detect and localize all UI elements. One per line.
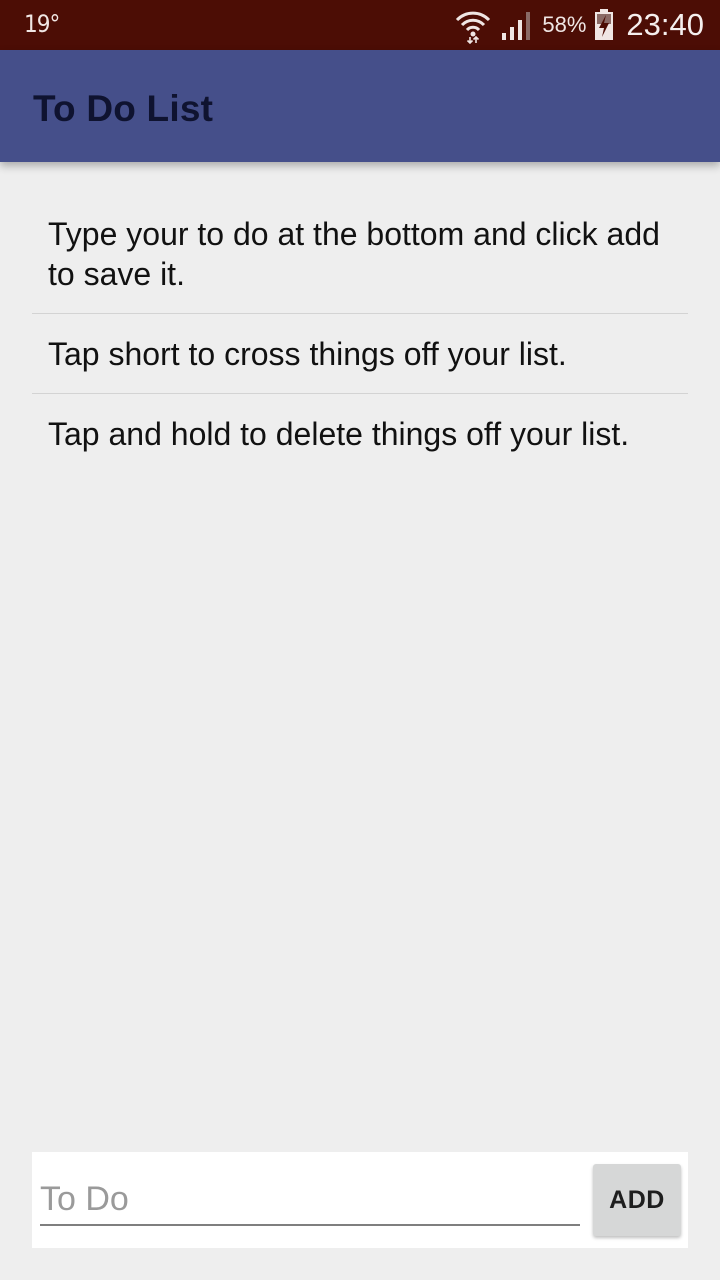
status-time: 23:40 <box>626 7 704 42</box>
status-bar: 19° 58% 23:40 <box>0 0 720 50</box>
battery-percent: 58% <box>542 12 587 37</box>
list-item[interactable]: Tap and hold to delete things off your l… <box>32 394 688 473</box>
app-title: To Do List <box>33 88 214 129</box>
input-bar: ADD <box>32 1152 688 1248</box>
list-item[interactable]: Type your to do at the bottom and click … <box>32 194 688 314</box>
app-bar: To Do List <box>0 50 720 162</box>
list-item[interactable]: Tap short to cross things off your list. <box>32 314 688 394</box>
signal-icon <box>500 9 534 41</box>
add-button[interactable]: ADD <box>593 1164 681 1236</box>
status-icons: 58% 23:40 <box>454 0 704 50</box>
todo-list: Type your to do at the bottom and click … <box>32 194 688 473</box>
wifi-icon <box>454 6 492 44</box>
todo-input[interactable] <box>40 1174 580 1226</box>
status-temperature: 19° <box>24 10 60 38</box>
battery-charging-icon <box>594 9 614 41</box>
